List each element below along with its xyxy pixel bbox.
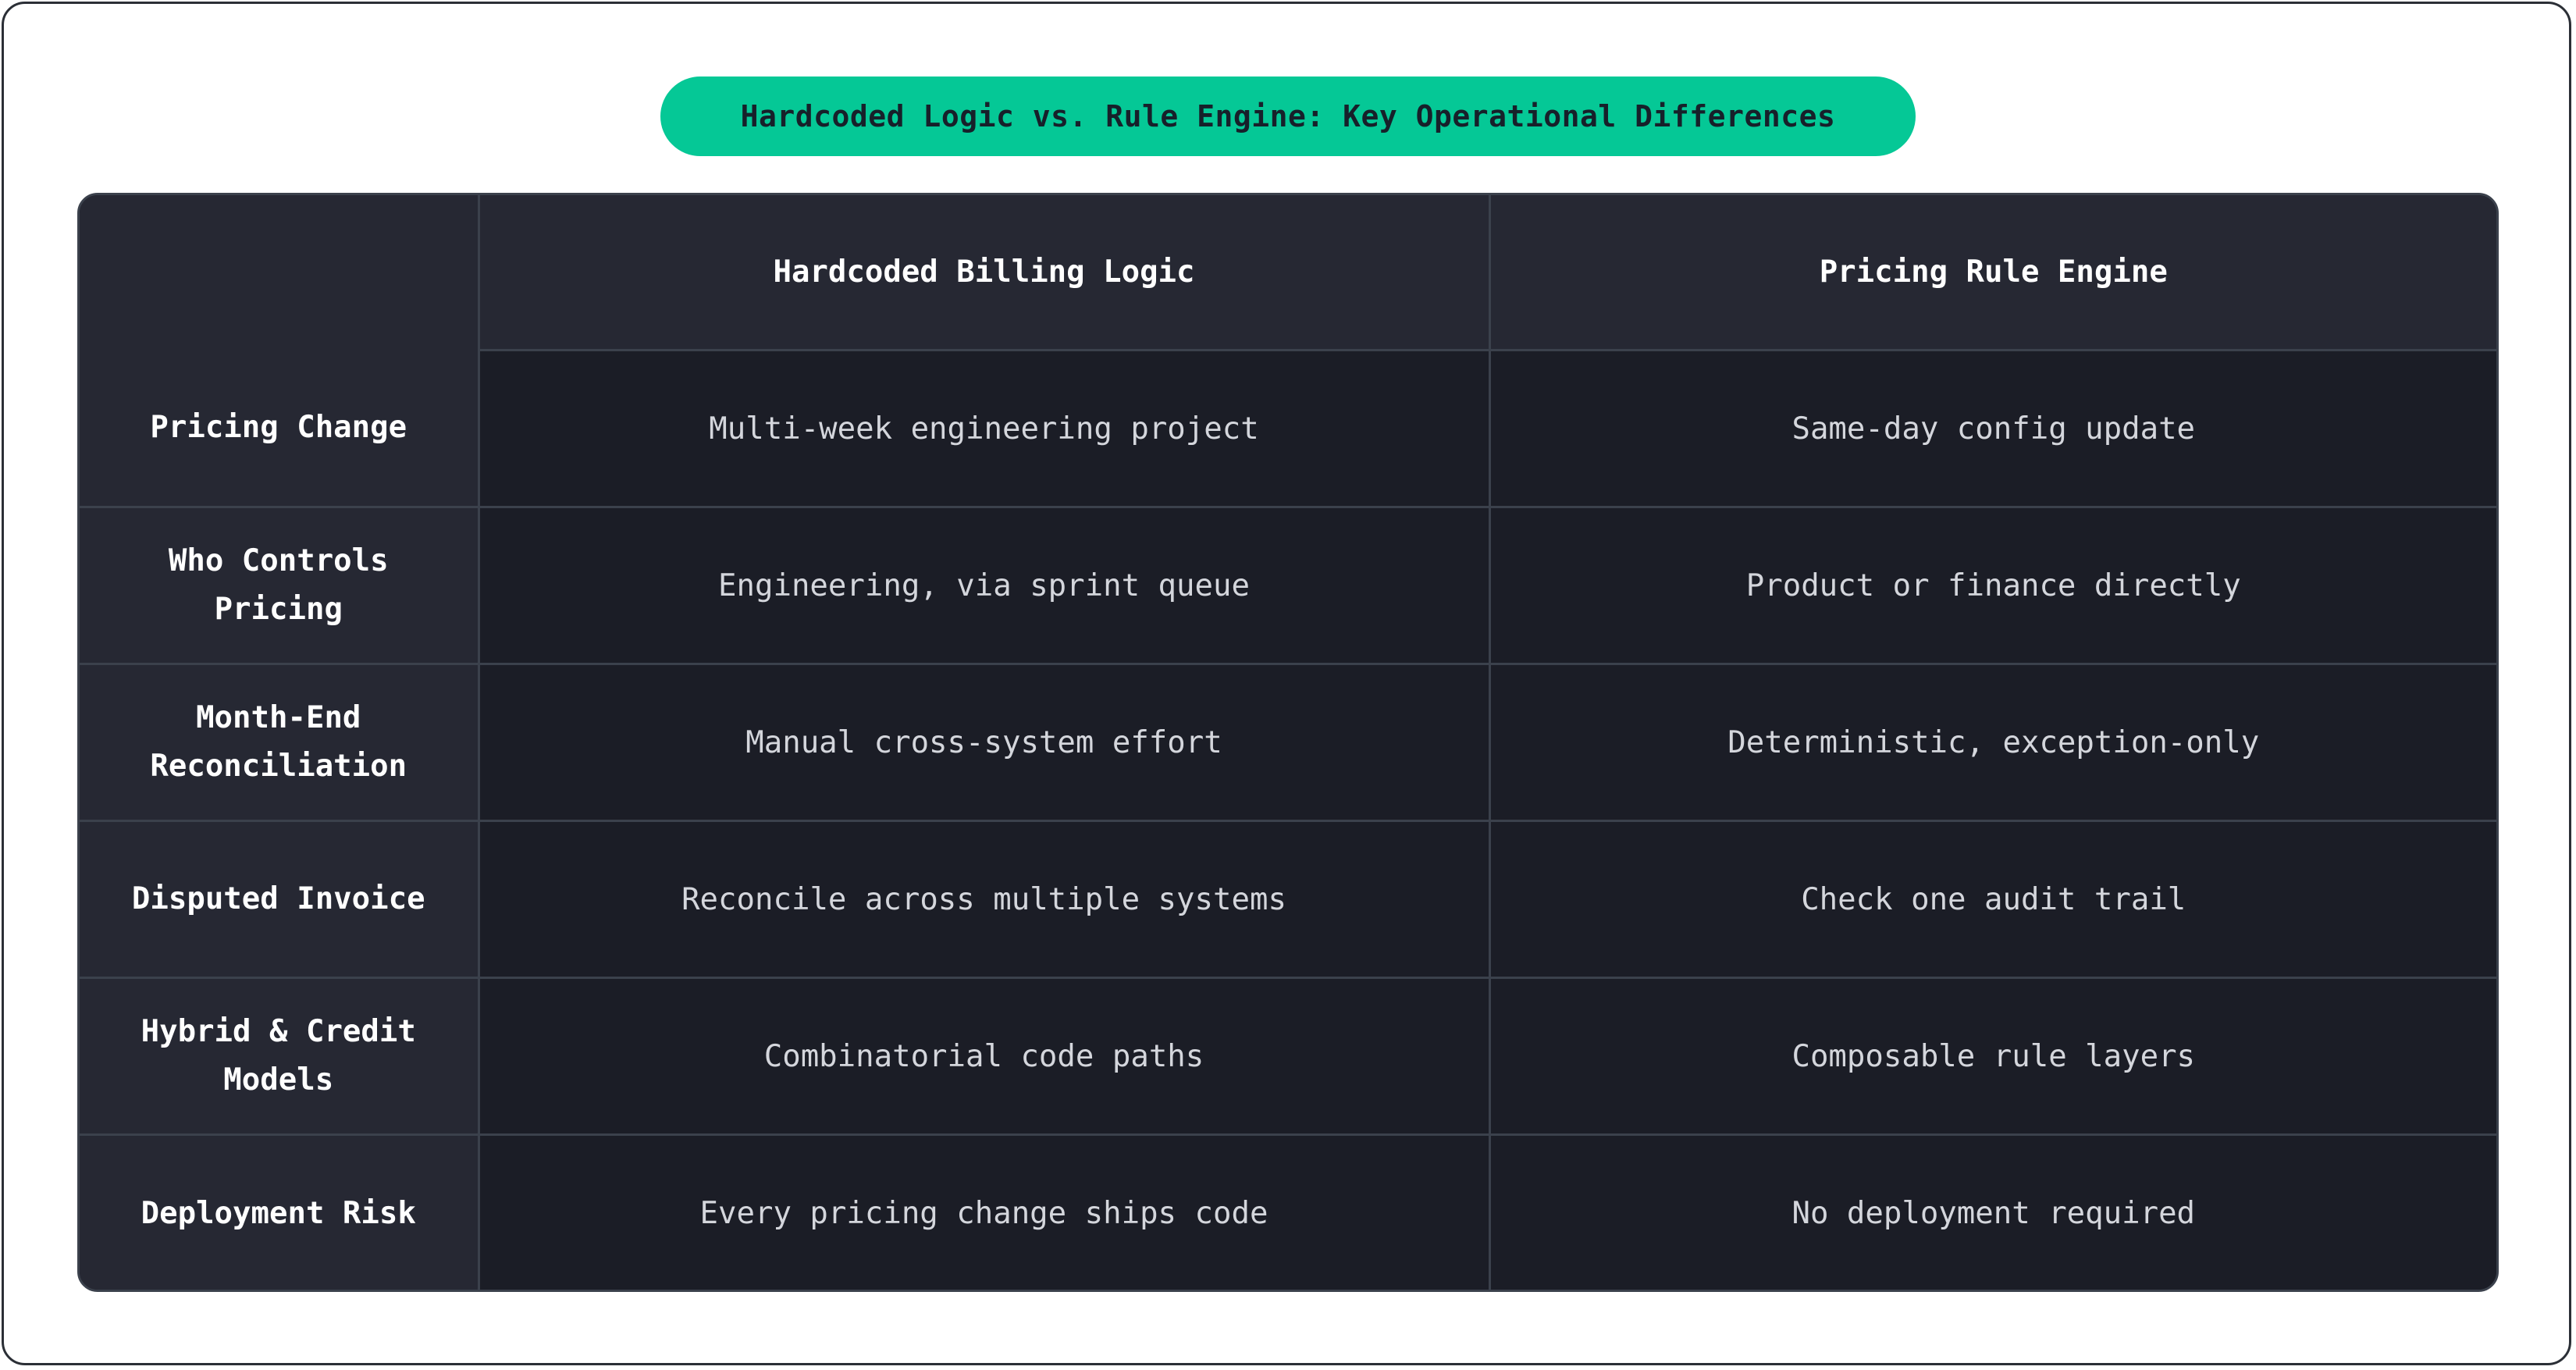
table-row: Who Controls Pricing Engineering, via sp… bbox=[80, 506, 2496, 665]
hardcoded-cell: Engineering, via sprint queue bbox=[477, 506, 1491, 665]
engine-cell: Product or finance directly bbox=[1488, 506, 2496, 665]
comparison-grid: Hardcoded Billing Logic Pricing Rule Eng… bbox=[80, 195, 2496, 1290]
row-label: Deployment Risk bbox=[80, 1133, 480, 1290]
header-row: Hardcoded Billing Logic Pricing Rule Eng… bbox=[80, 195, 2496, 351]
table-row: Disputed Invoice Reconcile across multip… bbox=[80, 820, 2496, 979]
hardcoded-cell: Combinatorial code paths bbox=[477, 977, 1491, 1136]
table-row: Hybrid & Credit Models Combinatorial cod… bbox=[80, 977, 2496, 1136]
hardcoded-cell: Every pricing change ships code bbox=[477, 1133, 1491, 1290]
header-rule-engine: Pricing Rule Engine bbox=[1488, 195, 2496, 351]
row-label: Who Controls Pricing bbox=[80, 506, 480, 665]
engine-cell: Check one audit trail bbox=[1488, 820, 2496, 979]
diagram-title: Hardcoded Logic vs. Rule Engine: Key Ope… bbox=[660, 77, 1916, 156]
header-hardcoded: Hardcoded Billing Logic bbox=[477, 195, 1491, 351]
header-corner-cell bbox=[80, 195, 480, 351]
table-row: Pricing Change Multi-week engineering pr… bbox=[80, 349, 2496, 508]
row-label: Hybrid & Credit Models bbox=[80, 977, 480, 1136]
engine-cell: Composable rule layers bbox=[1488, 977, 2496, 1136]
table-row: Month-End Reconciliation Manual cross-sy… bbox=[80, 663, 2496, 822]
row-label: Month-End Reconciliation bbox=[80, 663, 480, 822]
engine-cell: No deployment required bbox=[1488, 1133, 2496, 1290]
comparison-table: Hardcoded Billing Logic Pricing Rule Eng… bbox=[77, 193, 2499, 1292]
hardcoded-cell: Reconcile across multiple systems bbox=[477, 820, 1491, 979]
table-row: Deployment Risk Every pricing change shi… bbox=[80, 1133, 2496, 1290]
row-label: Disputed Invoice bbox=[80, 820, 480, 979]
hardcoded-cell: Multi-week engineering project bbox=[477, 349, 1491, 508]
engine-cell: Same-day config update bbox=[1488, 349, 2496, 508]
row-label: Pricing Change bbox=[80, 350, 480, 508]
hardcoded-cell: Manual cross-system effort bbox=[477, 663, 1491, 822]
engine-cell: Deterministic, exception-only bbox=[1488, 663, 2496, 822]
